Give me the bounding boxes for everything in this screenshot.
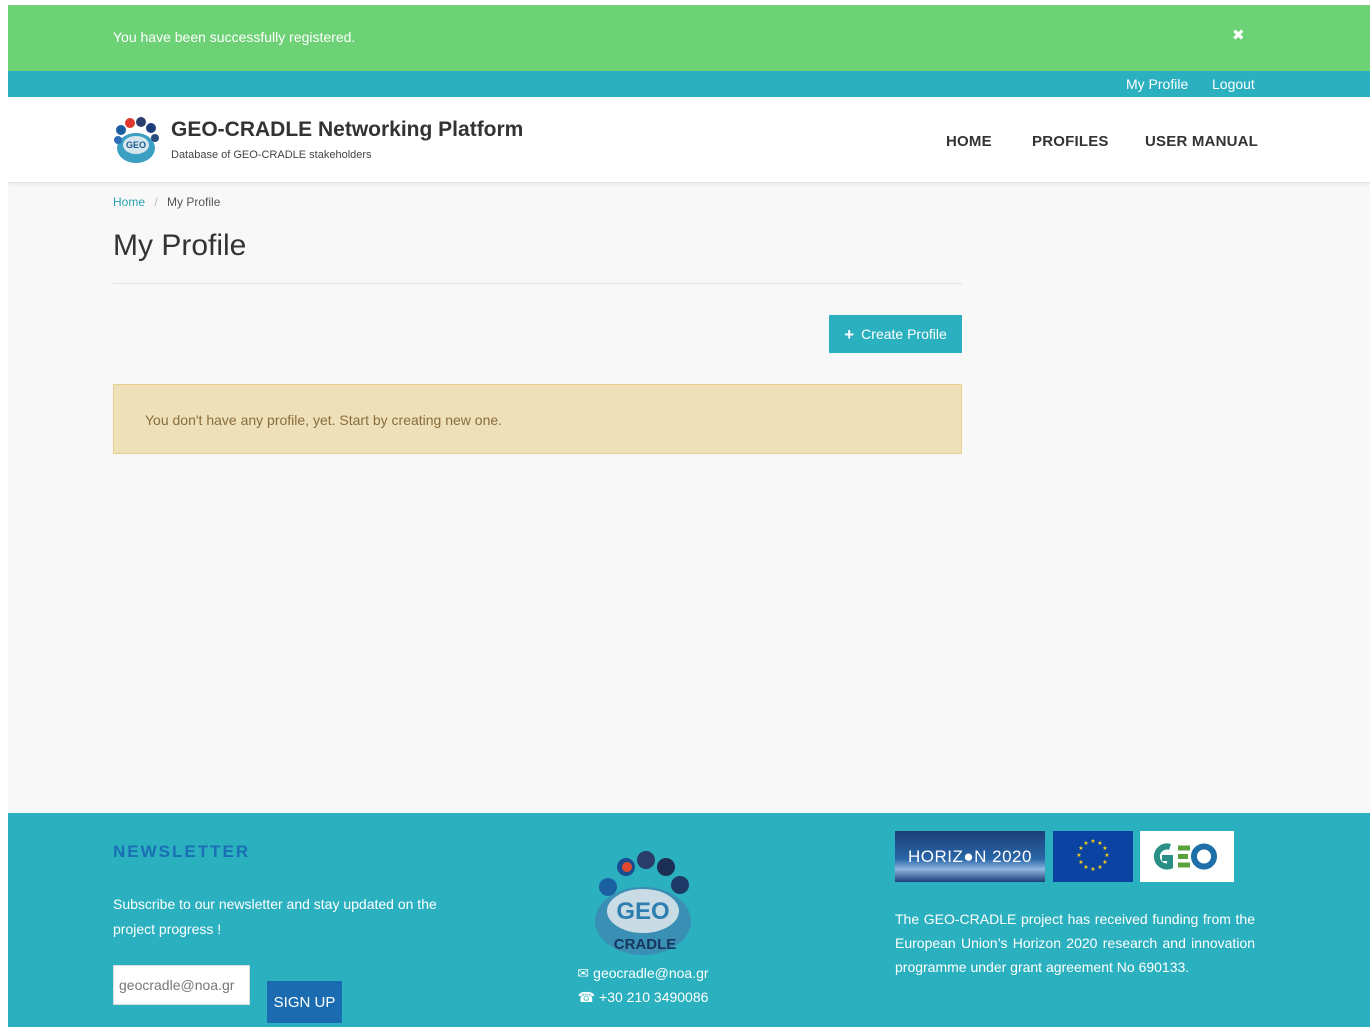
nav-user-manual[interactable]: USER MANUAL (1145, 133, 1258, 150)
brand-subtitle: Database of GEO-CRADLE stakeholders (171, 149, 372, 161)
svg-text:★: ★ (1076, 852, 1081, 859)
page-title: My Profile (113, 229, 247, 262)
contact-phone: +30 210 3490086 (599, 989, 709, 1005)
divider (113, 283, 962, 284)
svg-text:GEO: GEO (126, 140, 146, 150)
nav-profiles[interactable]: PROFILES (1032, 133, 1109, 150)
plus-icon: + (844, 324, 855, 344)
phone-icon: ☎ (577, 989, 596, 1005)
svg-text:★: ★ (1102, 859, 1107, 866)
geo-cradle-logo[interactable]: GEO (112, 114, 160, 164)
success-message: You have been successfully registered. (113, 29, 356, 45)
eu-flag-logo: ★ ★ ★ ★ ★ ★ ★ ★ ★ ★ ★ ★ (1053, 831, 1133, 882)
svg-text:★: ★ (1104, 852, 1109, 859)
funding-text: The GEO-CRADLE project has received fund… (895, 911, 1255, 975)
envelope-icon: ✉ (577, 965, 590, 981)
svg-text:★: ★ (1090, 866, 1095, 873)
signup-button[interactable]: SIGN UP (267, 981, 342, 1023)
horizon-2020-logo: HORIZ●N 2020 (895, 831, 1045, 882)
geo-cradle-footer-logo: GEO CRADLE (595, 851, 691, 955)
close-icon[interactable]: ✖ (1232, 26, 1245, 46)
create-profile-button[interactable]: + Create Profile (829, 315, 962, 353)
contact-info: ✉ geocradle@noa.gr ☎ +30 210 3490086 (568, 961, 718, 1009)
newsletter-text: Subscribe to our newsletter and stay upd… (113, 896, 437, 937)
breadcrumb-current: My Profile (167, 195, 221, 209)
newsletter-title: NEWSLETTER (113, 842, 251, 861)
contact-email[interactable]: geocradle@noa.gr (593, 961, 708, 985)
newsletter-email-input[interactable] (113, 965, 250, 1005)
empty-profile-alert: You don't have any profile, yet. Start b… (113, 384, 962, 454)
create-profile-label: Create Profile (861, 326, 947, 342)
navbar: GEO GEO-CRADLE Networking Platform Datab… (8, 97, 1370, 183)
svg-text:★: ★ (1078, 859, 1083, 866)
contact-phone-line: ☎ +30 210 3490086 (568, 985, 718, 1009)
svg-text:★: ★ (1083, 840, 1088, 847)
my-profile-link[interactable]: My Profile (1126, 76, 1188, 92)
success-alert: You have been successfully registered. ✖ (8, 5, 1370, 71)
page: You have been successfully registered. ✖… (8, 5, 1370, 1027)
svg-text:★: ★ (1090, 838, 1095, 845)
svg-text:CRADLE: CRADLE (614, 936, 677, 953)
nav-home[interactable]: HOME (946, 133, 992, 150)
breadcrumb-home[interactable]: Home (113, 195, 145, 209)
svg-text:★: ★ (1097, 864, 1102, 871)
svg-text:★: ★ (1083, 864, 1088, 871)
svg-text:GEO: GEO (616, 898, 669, 925)
brand-title[interactable]: GEO-CRADLE Networking Platform (171, 118, 523, 142)
breadcrumb: Home / My Profile (113, 195, 220, 209)
contact-email-line: ✉ geocradle@noa.gr (568, 961, 718, 985)
logout-link[interactable]: Logout (1212, 76, 1255, 92)
geo-logo (1140, 831, 1234, 882)
svg-text:★: ★ (1102, 845, 1107, 852)
empty-profile-message: You don't have any profile, yet. Start b… (145, 412, 503, 428)
top-bar: My Profile Logout (8, 71, 1370, 97)
footer: NEWSLETTER Subscribe to our newsletter a… (8, 813, 1370, 1027)
breadcrumb-separator: / (154, 195, 158, 209)
